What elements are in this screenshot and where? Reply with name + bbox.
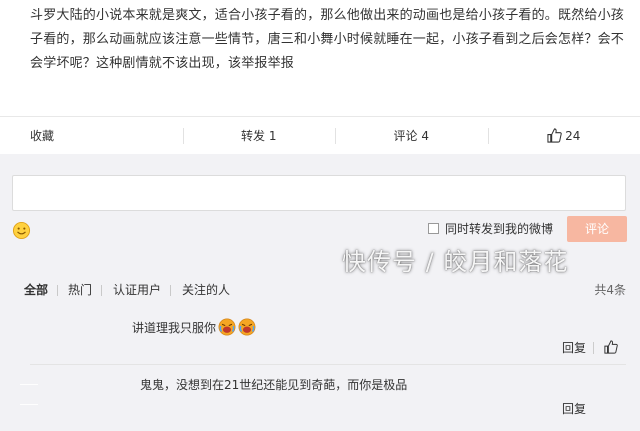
laughing-cry-emoji <box>238 318 256 336</box>
comment-text: 讲道理我只服你 <box>132 318 256 336</box>
watermark: 快传号 / 皎月和落花 <box>342 248 569 276</box>
filter-all[interactable]: 全部 <box>24 283 48 297</box>
laughing-cry-emoji <box>218 318 236 336</box>
comment-divider <box>30 364 626 365</box>
filter-hot[interactable]: 热门 <box>68 283 92 297</box>
reply-button[interactable]: 回复 <box>562 402 586 416</box>
comment-filter-bar: 全部 热门 认证用户 关注的人 共4条 <box>0 275 640 303</box>
favorite-button[interactable]: 收藏 <box>0 117 183 155</box>
comment-total: 共4条 <box>594 283 626 297</box>
filter-divider <box>101 285 102 296</box>
filter-divider <box>57 285 58 296</box>
comment-body: 讲道理我只服你 <box>132 321 217 335</box>
smiley-icon[interactable] <box>12 221 31 240</box>
repost-label: 同时转发到我的微博 <box>445 222 554 236</box>
filter-divider <box>170 285 171 296</box>
reply-button[interactable]: 回复 <box>562 341 586 355</box>
divider-mark <box>20 384 38 385</box>
comment-input[interactable] <box>12 175 626 211</box>
comment-section: 同时转发到我的微博 评论 全部 热门 认证用户 关注的人 共4条 讲道理我只服你… <box>0 154 640 431</box>
thumbs-up-icon <box>547 127 562 143</box>
repost-checkbox[interactable] <box>428 223 439 234</box>
post-text: 斗罗大陆的小说本来就是爽文，适合小孩子看的，那么他做出来的动画也是给小孩子看的。… <box>30 8 625 71</box>
divider-mark <box>20 404 38 405</box>
repost-button[interactable]: 转发 1 <box>182 117 336 155</box>
submit-comment-button[interactable]: 评论 <box>567 216 627 242</box>
like-button[interactable]: 24 <box>487 117 640 155</box>
action-bar: 收藏 转发 1 评论 4 24 <box>0 116 640 154</box>
filter-verified[interactable]: 认证用户 <box>113 283 161 297</box>
like-count: 24 <box>565 128 581 143</box>
comment-text: 鬼鬼，没想到在21世纪还能见到奇葩，而你是极品 <box>140 378 408 392</box>
thumbs-up-icon[interactable] <box>604 340 618 354</box>
comment-button[interactable]: 评论 4 <box>335 117 488 155</box>
filter-following[interactable]: 关注的人 <box>182 283 230 297</box>
reply-divider <box>593 342 594 354</box>
